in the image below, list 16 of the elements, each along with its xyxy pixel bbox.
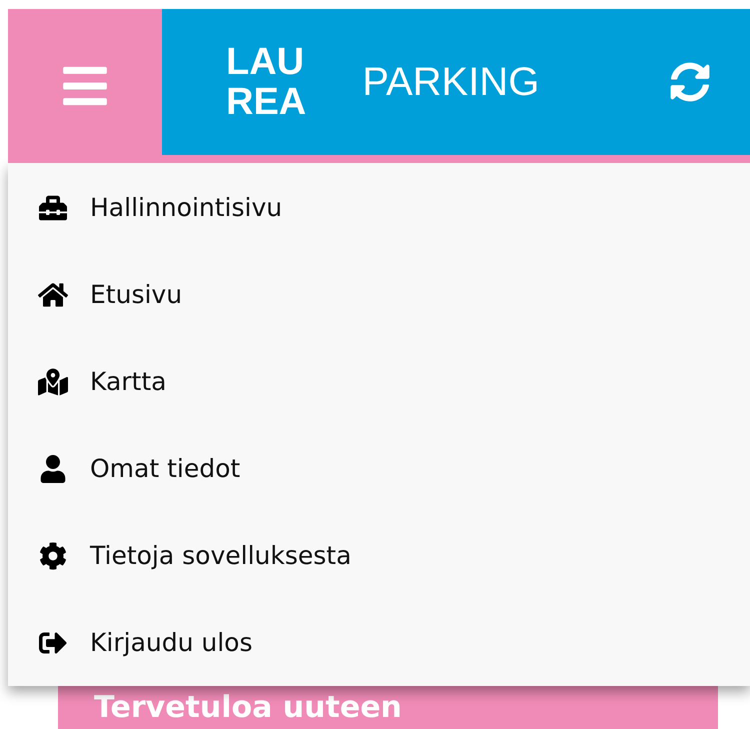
menu-item[interactable]: Omat tiedot (8, 425, 750, 512)
user-icon (38, 454, 68, 482)
home-icon (38, 280, 68, 308)
map-marker-icon (38, 368, 68, 396)
banner-title: Tervetuloa uuteen (94, 690, 402, 726)
menu-item[interactable]: Kartta (8, 338, 750, 425)
toolbox-icon (38, 194, 68, 222)
menu-item[interactable]: Tietoja sovelluksesta (8, 512, 750, 599)
menu-item[interactable]: Kirjaudu ulos (8, 599, 750, 686)
refresh-icon (670, 62, 710, 102)
menu-item[interactable]: Etusivu (8, 251, 750, 338)
settings-icon (38, 542, 68, 570)
app-title: PARKING (362, 59, 540, 106)
logo: LAU REA (226, 42, 306, 122)
menu-item[interactable]: Hallinnointisivu (8, 164, 750, 251)
refresh-button[interactable] (670, 62, 710, 102)
